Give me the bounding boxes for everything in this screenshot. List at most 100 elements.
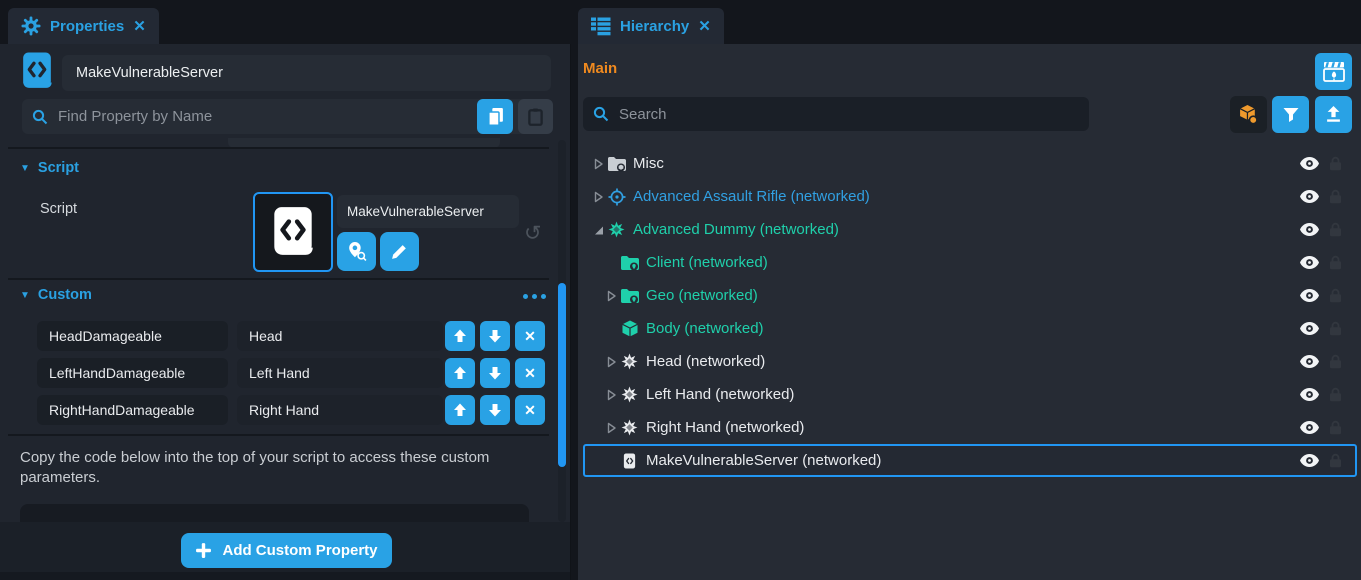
visibility-eye-icon[interactable]	[1300, 223, 1319, 236]
add-custom-property-button[interactable]: Add Custom Property	[181, 533, 392, 568]
copy-button[interactable]	[477, 99, 513, 134]
expand-arrow-icon[interactable]	[590, 190, 606, 204]
edit-script-button[interactable]	[380, 232, 419, 271]
scrollbar-thumb[interactable]	[558, 283, 566, 467]
entity-name-field[interactable]: MakeVulnerableServer	[62, 55, 551, 91]
arrow-down-icon	[487, 365, 503, 381]
expand-arrow-icon[interactable]	[590, 157, 606, 171]
tab-properties[interactable]: Properties ✕	[8, 8, 159, 44]
folder-pin-icon	[619, 255, 640, 271]
close-icon[interactable]: ✕	[698, 17, 711, 35]
ellipsis-menu-icon[interactable]	[523, 294, 546, 299]
lock-icon[interactable]	[1329, 354, 1342, 369]
visibility-eye-icon[interactable]	[1300, 355, 1319, 368]
section-header-custom[interactable]: ▼ Custom	[20, 287, 92, 303]
tree-row[interactable]: Right Hand (networked)	[583, 411, 1357, 444]
lock-icon[interactable]	[1329, 420, 1342, 435]
visibility-eye-icon[interactable]	[1300, 157, 1319, 170]
visibility-eye-icon[interactable]	[1300, 289, 1319, 302]
custom-property-value-field[interactable]: Head	[237, 321, 443, 351]
expand-arrow-icon[interactable]	[590, 223, 606, 237]
scenes-button[interactable]	[1315, 53, 1352, 90]
node-label: Client (networked)	[646, 254, 768, 271]
remove-button[interactable]: ✕	[515, 321, 545, 351]
properties-panel: MakeVulnerableServer ▼ Script Script Mak…	[0, 44, 571, 580]
visibility-eye-icon[interactable]	[1300, 454, 1319, 467]
tab-label: Hierarchy	[620, 18, 689, 35]
tree-row[interactable]: Left Hand (networked)	[583, 378, 1357, 411]
node-label: Right Hand (networked)	[646, 419, 804, 436]
visibility-eye-icon[interactable]	[1300, 190, 1319, 203]
edit-icon	[390, 242, 409, 261]
visibility-eye-icon[interactable]	[1300, 256, 1319, 269]
divider	[8, 147, 549, 149]
reset-icon[interactable]: ↺	[524, 221, 542, 246]
hierarchy-search-input[interactable]	[617, 105, 1089, 124]
visibility-eye-icon[interactable]	[1300, 322, 1319, 335]
script-name-value[interactable]: MakeVulnerableServer	[337, 195, 519, 228]
custom-property-name-field[interactable]: LeftHandDamageable	[37, 358, 228, 388]
arrow-up-icon	[452, 402, 468, 418]
remove-button[interactable]: ✕	[515, 395, 545, 425]
expand-arrow-icon[interactable]	[603, 388, 619, 402]
move-down-button[interactable]	[480, 395, 510, 425]
locate-script-button[interactable]	[337, 232, 376, 271]
node-label: Left Hand (networked)	[646, 386, 794, 403]
add-button-label: Add Custom Property	[222, 542, 377, 559]
asset-package-button[interactable]	[1230, 96, 1267, 133]
custom-property-value-field[interactable]: Left Hand	[237, 358, 443, 388]
arrow-up-icon	[452, 365, 468, 381]
folder-cube-icon	[606, 156, 627, 172]
move-up-button[interactable]	[445, 358, 475, 388]
export-button[interactable]	[1315, 96, 1352, 133]
tree-row[interactable]: MakeVulnerableServer (networked)	[583, 444, 1357, 477]
arrow-down-icon	[487, 402, 503, 418]
panel-bottom-strip	[0, 572, 570, 580]
filter-button[interactable]	[1272, 96, 1309, 133]
move-up-button[interactable]	[445, 321, 475, 351]
tree-row[interactable]: Misc	[583, 147, 1357, 180]
close-icon[interactable]: ✕	[133, 17, 146, 35]
hierarchy-panel: Main Misc Advanced Assault Rifle (networ…	[578, 44, 1361, 580]
move-up-button[interactable]	[445, 395, 475, 425]
lock-icon[interactable]	[1329, 156, 1342, 171]
lock-icon[interactable]	[1329, 288, 1342, 303]
expand-arrow-icon[interactable]	[603, 355, 619, 369]
tab-label: Properties	[50, 18, 124, 35]
lock-icon[interactable]	[1329, 387, 1342, 402]
tab-hierarchy[interactable]: Hierarchy ✕	[578, 8, 724, 44]
custom-property-name-field[interactable]: RightHandDamageable	[37, 395, 228, 425]
tree-row[interactable]: Body (networked)	[583, 312, 1357, 345]
section-header-script[interactable]: ▼ Script	[20, 160, 79, 176]
scrollbar-track[interactable]	[558, 140, 566, 522]
tree-row[interactable]: Advanced Dummy (networked)	[583, 213, 1357, 246]
custom-property-name-field[interactable]: HeadDamageable	[37, 321, 228, 351]
move-down-button[interactable]	[480, 358, 510, 388]
lock-icon[interactable]	[1329, 189, 1342, 204]
lock-icon[interactable]	[1329, 453, 1342, 468]
lock-icon[interactable]	[1329, 255, 1342, 270]
properties-scroll-area: ▼ Script Script MakeVulnerableServer ↺ ▼…	[0, 138, 553, 522]
expand-arrow-icon[interactable]	[603, 289, 619, 303]
move-down-button[interactable]	[480, 321, 510, 351]
expand-arrow-icon[interactable]	[603, 421, 619, 435]
lock-icon[interactable]	[1329, 321, 1342, 336]
arrow-up-icon	[452, 328, 468, 344]
remove-button[interactable]: ✕	[515, 358, 545, 388]
code-snippet-box[interactable]	[20, 504, 529, 522]
custom-property-value-field[interactable]: Right Hand	[237, 395, 443, 425]
tree-row[interactable]: Head (networked)	[583, 345, 1357, 378]
tree-row[interactable]: Client (networked)	[583, 246, 1357, 279]
visibility-eye-icon[interactable]	[1300, 388, 1319, 401]
node-label: Geo (networked)	[646, 287, 758, 304]
custom-property-row: LeftHandDamageable Left Hand ✕	[0, 358, 553, 388]
paste-button[interactable]	[518, 99, 553, 134]
visibility-eye-icon[interactable]	[1300, 421, 1319, 434]
tree-row[interactable]: Geo (networked)	[583, 279, 1357, 312]
script-asset-thumbnail[interactable]	[253, 192, 333, 272]
dummy-icon	[619, 386, 640, 403]
tree-row[interactable]: Advanced Assault Rifle (networked)	[583, 180, 1357, 213]
lock-icon[interactable]	[1329, 222, 1342, 237]
filter-icon	[1283, 107, 1299, 123]
node-label: MakeVulnerableServer (networked)	[646, 452, 881, 469]
